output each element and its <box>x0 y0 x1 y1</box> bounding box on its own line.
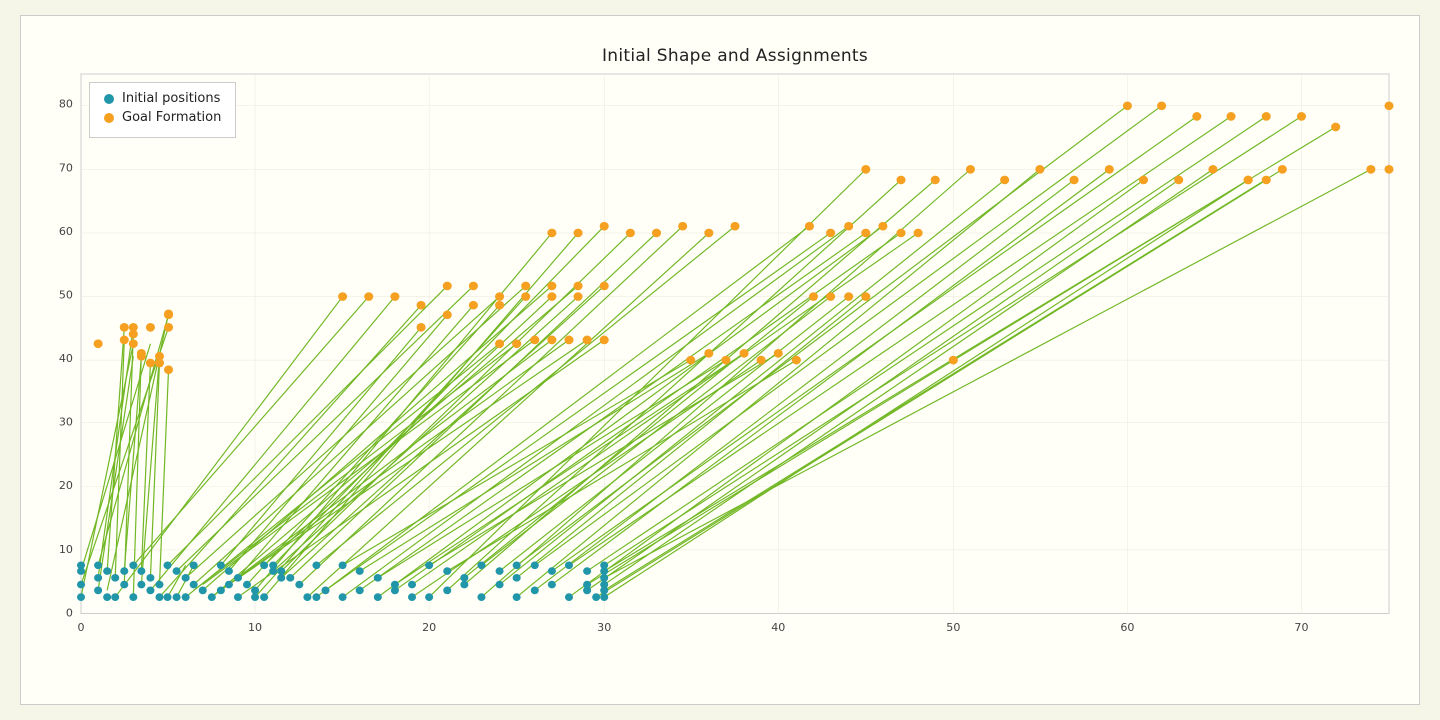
svg-text:40: 40 <box>59 352 73 365</box>
svg-text:20: 20 <box>422 621 436 634</box>
svg-text:70: 70 <box>1294 621 1308 634</box>
legend-item-goal: Goal Formation <box>104 110 221 125</box>
legend-label-goal: Goal Formation <box>122 110 221 125</box>
svg-text:20: 20 <box>59 479 73 492</box>
chart-title: Initial Shape and Assignments <box>81 46 1389 66</box>
legend-item-initial: Initial positions <box>104 91 221 106</box>
svg-text:50: 50 <box>59 289 73 302</box>
svg-text:0: 0 <box>77 621 84 634</box>
legend-dot-goal <box>104 113 114 123</box>
svg-text:80: 80 <box>59 98 73 111</box>
svg-text:50: 50 <box>946 621 960 634</box>
svg-text:10: 10 <box>248 621 262 634</box>
svg-text:60: 60 <box>59 225 73 238</box>
plot-svg: .axis-label { font-size: 11px; fill: #44… <box>81 74 1389 652</box>
svg-text:30: 30 <box>59 416 73 429</box>
plot-area: .axis-label { font-size: 11px; fill: #44… <box>81 74 1389 652</box>
svg-text:70: 70 <box>59 162 73 175</box>
svg-text:30: 30 <box>597 621 611 634</box>
legend-label-initial: Initial positions <box>122 91 220 106</box>
svg-text:60: 60 <box>1120 621 1134 634</box>
svg-text:0: 0 <box>66 607 73 620</box>
chart-legend: Initial positions Goal Formation <box>89 82 236 138</box>
svg-text:10: 10 <box>59 543 73 556</box>
svg-text:40: 40 <box>771 621 785 634</box>
chart-container: Initial Shape and Assignments .axis-labe… <box>20 15 1420 705</box>
legend-dot-initial <box>104 94 114 104</box>
